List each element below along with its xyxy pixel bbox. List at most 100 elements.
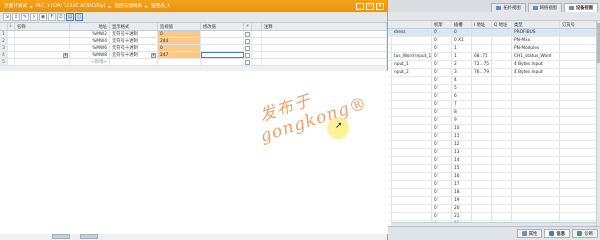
- row-modify-checkbox[interactable]: [244, 38, 252, 44]
- row-display-format[interactable]: 无符号十进制: [110, 31, 158, 37]
- table-row[interactable]: 0 17: [388, 181, 600, 189]
- tab-diagnostics[interactable]: 诊断: [572, 229, 598, 238]
- minimize-button[interactable]: _: [356, 2, 364, 10]
- checkbox-icon[interactable]: [245, 31, 250, 37]
- col-comment[interactable]: 注释: [262, 23, 387, 30]
- checkbox-icon[interactable]: [245, 38, 250, 44]
- col-modify-value[interactable]: 修改值: [201, 23, 244, 30]
- row-address[interactable]: %MW8: [70, 52, 110, 58]
- row-name[interactable]: [15, 59, 70, 65]
- col-q-address[interactable]: Q 地址: [492, 21, 512, 28]
- add-row-icon[interactable]: ⇳: [12, 13, 20, 21]
- row-modify-value[interactable]: [201, 59, 244, 65]
- table-row[interactable]: 0 11: [388, 133, 600, 141]
- row-display-format[interactable]: [110, 59, 158, 65]
- table-row[interactable]: 0 18: [388, 189, 600, 197]
- restore-button[interactable]: ▭: [366, 2, 374, 10]
- table-row[interactable]: tus_Word Input_1 0 1 68..71 CH1_status_Word: [388, 53, 600, 61]
- row-name[interactable]: ▾: [15, 52, 70, 58]
- row-modify-value[interactable]: [201, 31, 244, 37]
- row-name[interactable]: [15, 38, 70, 44]
- table-row[interactable]: 00 X1 PN-Mxx: [388, 37, 600, 45]
- row-comment[interactable]: [262, 31, 387, 37]
- col-slot[interactable]: 插槽: [452, 21, 472, 28]
- row-modify-checkbox[interactable]: [244, 52, 252, 58]
- table-row[interactable]: 0 10: [388, 125, 600, 133]
- table-row[interactable]: 06: [388, 93, 600, 101]
- row-modify-checkbox[interactable]: [244, 59, 252, 65]
- force-icon[interactable]: F: [48, 13, 56, 21]
- row-address[interactable]: %MW4: [70, 38, 110, 44]
- format-dropdown-icon[interactable]: ▾: [151, 52, 156, 58]
- row-name[interactable]: [15, 45, 70, 51]
- table-row[interactable]: 2 %MW4 无符号十进制 244: [0, 38, 387, 45]
- vertical-scrollbar[interactable]: [596, 21, 600, 226]
- row-display-format[interactable]: 无符号十进制 ▾: [110, 52, 158, 58]
- table-row[interactable]: 3 %MW6 无符号十进制 0: [0, 45, 387, 52]
- row-comment[interactable]: [262, 52, 387, 58]
- modify-icon[interactable]: ✎: [21, 13, 29, 21]
- tab-properties[interactable]: 属性: [516, 229, 543, 238]
- breadcrumb-watch-table[interactable]: 监控表_1: [151, 3, 170, 9]
- table-row[interactable]: 08: [388, 109, 600, 117]
- checkbox-icon[interactable]: [245, 59, 250, 65]
- bottom-tab[interactable]: [52, 234, 70, 239]
- table-row[interactable]: 07: [388, 101, 600, 109]
- row-name[interactable]: [15, 31, 70, 37]
- table-row[interactable]: nput_2 0 3 76...79 4 Bytes Input: [388, 69, 600, 77]
- row-address[interactable]: %MW6: [70, 45, 110, 51]
- row-display-format[interactable]: 无符号十进制: [110, 38, 158, 44]
- row-display-format[interactable]: 无符号十进制: [110, 45, 158, 51]
- show-all-icon[interactable]: ▤: [66, 13, 74, 21]
- col-module[interactable]: [392, 21, 432, 28]
- col-monitor-value[interactable]: 监视值: [158, 23, 201, 30]
- row-modify-value[interactable]: [201, 38, 244, 44]
- table-row[interactable]: dress 0 0 PROFIBUS: [388, 29, 600, 37]
- col-i-address[interactable]: I 地址: [472, 21, 492, 28]
- row-address[interactable]: %MW2: [70, 31, 110, 37]
- bottom-tab[interactable]: [80, 234, 98, 239]
- table-row[interactable]: 0 20: [388, 205, 600, 213]
- monitor-once-icon[interactable]: ◉: [39, 13, 47, 21]
- row-comment[interactable]: [262, 45, 387, 51]
- row-modify-value[interactable]: [201, 45, 244, 51]
- breadcrumb-watch-folder[interactable]: 监控与强制表: [114, 3, 142, 9]
- breadcrumb-plc[interactable]: PLC_1 [CPU 1214C AC/DC/Rly]: [36, 4, 105, 9]
- col-display-format[interactable]: 显示格式: [110, 23, 158, 30]
- table-row[interactable]: nput_1 0 2 72...75 4 Bytes Input: [388, 61, 600, 69]
- table-row[interactable]: 09: [388, 117, 600, 125]
- row-address-add-new[interactable]: <新增>: [70, 59, 110, 65]
- trigger-icon[interactable]: ⏱: [57, 13, 65, 21]
- col-order-number[interactable]: 订货号: [560, 21, 600, 28]
- col-rack[interactable]: 机架: [432, 21, 452, 28]
- table-row[interactable]: 0 14: [388, 157, 600, 165]
- table-row[interactable]: 05: [388, 85, 600, 93]
- row-modify-checkbox[interactable]: [244, 31, 252, 37]
- table-row[interactable]: 0 15: [388, 165, 600, 173]
- col-type[interactable]: 类型: [512, 21, 560, 28]
- checkbox-icon[interactable]: [245, 45, 250, 51]
- insert-row-icon[interactable]: ⇲: [3, 13, 11, 21]
- table-row[interactable]: 0 16: [388, 173, 600, 181]
- tab-device-view[interactable]: 设备视图: [563, 3, 598, 12]
- table-row[interactable]: 0 21: [388, 213, 600, 221]
- table-row[interactable]: 0 1 PN-Modules: [388, 45, 600, 53]
- table-row[interactable]: 1 %MW2 无符号十进制 0: [0, 31, 387, 38]
- address-dropdown-icon[interactable]: ▾: [63, 52, 68, 58]
- modify-now-icon[interactable]: ⚡: [30, 13, 38, 21]
- col-name[interactable]: 名称: [15, 23, 70, 30]
- table-row[interactable]: 0 13: [388, 149, 600, 157]
- tab-network-view[interactable]: 网络视图: [527, 3, 562, 12]
- table-row[interactable]: 0 19: [388, 197, 600, 205]
- close-button[interactable]: ×: [376, 2, 384, 10]
- table-row[interactable]: 4 ▾ %MW8 无符号十进制 ▾ 247: [0, 52, 387, 59]
- tab-topology-view[interactable]: 拓扑视图: [491, 3, 526, 12]
- col-address[interactable]: 地址: [70, 23, 110, 30]
- table-row[interactable]: 0 12: [388, 141, 600, 149]
- row-modify-checkbox[interactable]: [244, 45, 252, 51]
- monitor-all-icon[interactable]: ◫: [75, 13, 83, 21]
- breadcrumb-project[interactable]: 流量计测试: [4, 3, 27, 9]
- tab-info[interactable]: 信息: [544, 229, 571, 238]
- checkbox-icon[interactable]: [245, 52, 250, 58]
- table-row[interactable]: 04: [388, 77, 600, 85]
